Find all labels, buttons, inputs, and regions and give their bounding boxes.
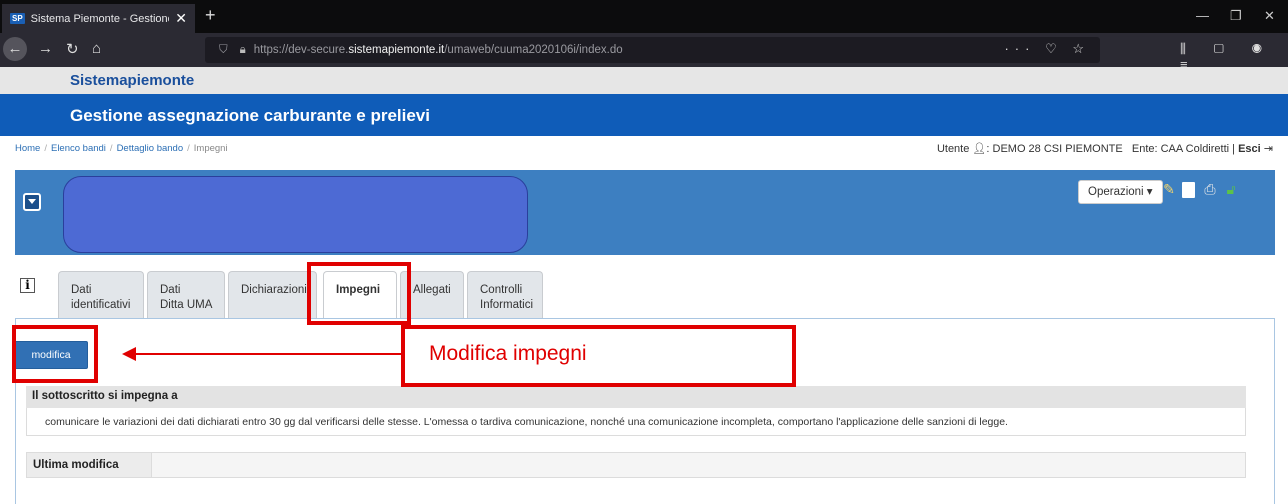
annotation-arrow-icon [122,347,401,361]
